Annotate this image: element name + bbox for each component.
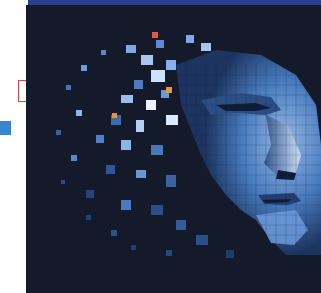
side-tab-indicator[interactable] xyxy=(0,121,11,135)
pixel-face-illustration xyxy=(26,5,321,293)
hero-image xyxy=(26,5,321,293)
